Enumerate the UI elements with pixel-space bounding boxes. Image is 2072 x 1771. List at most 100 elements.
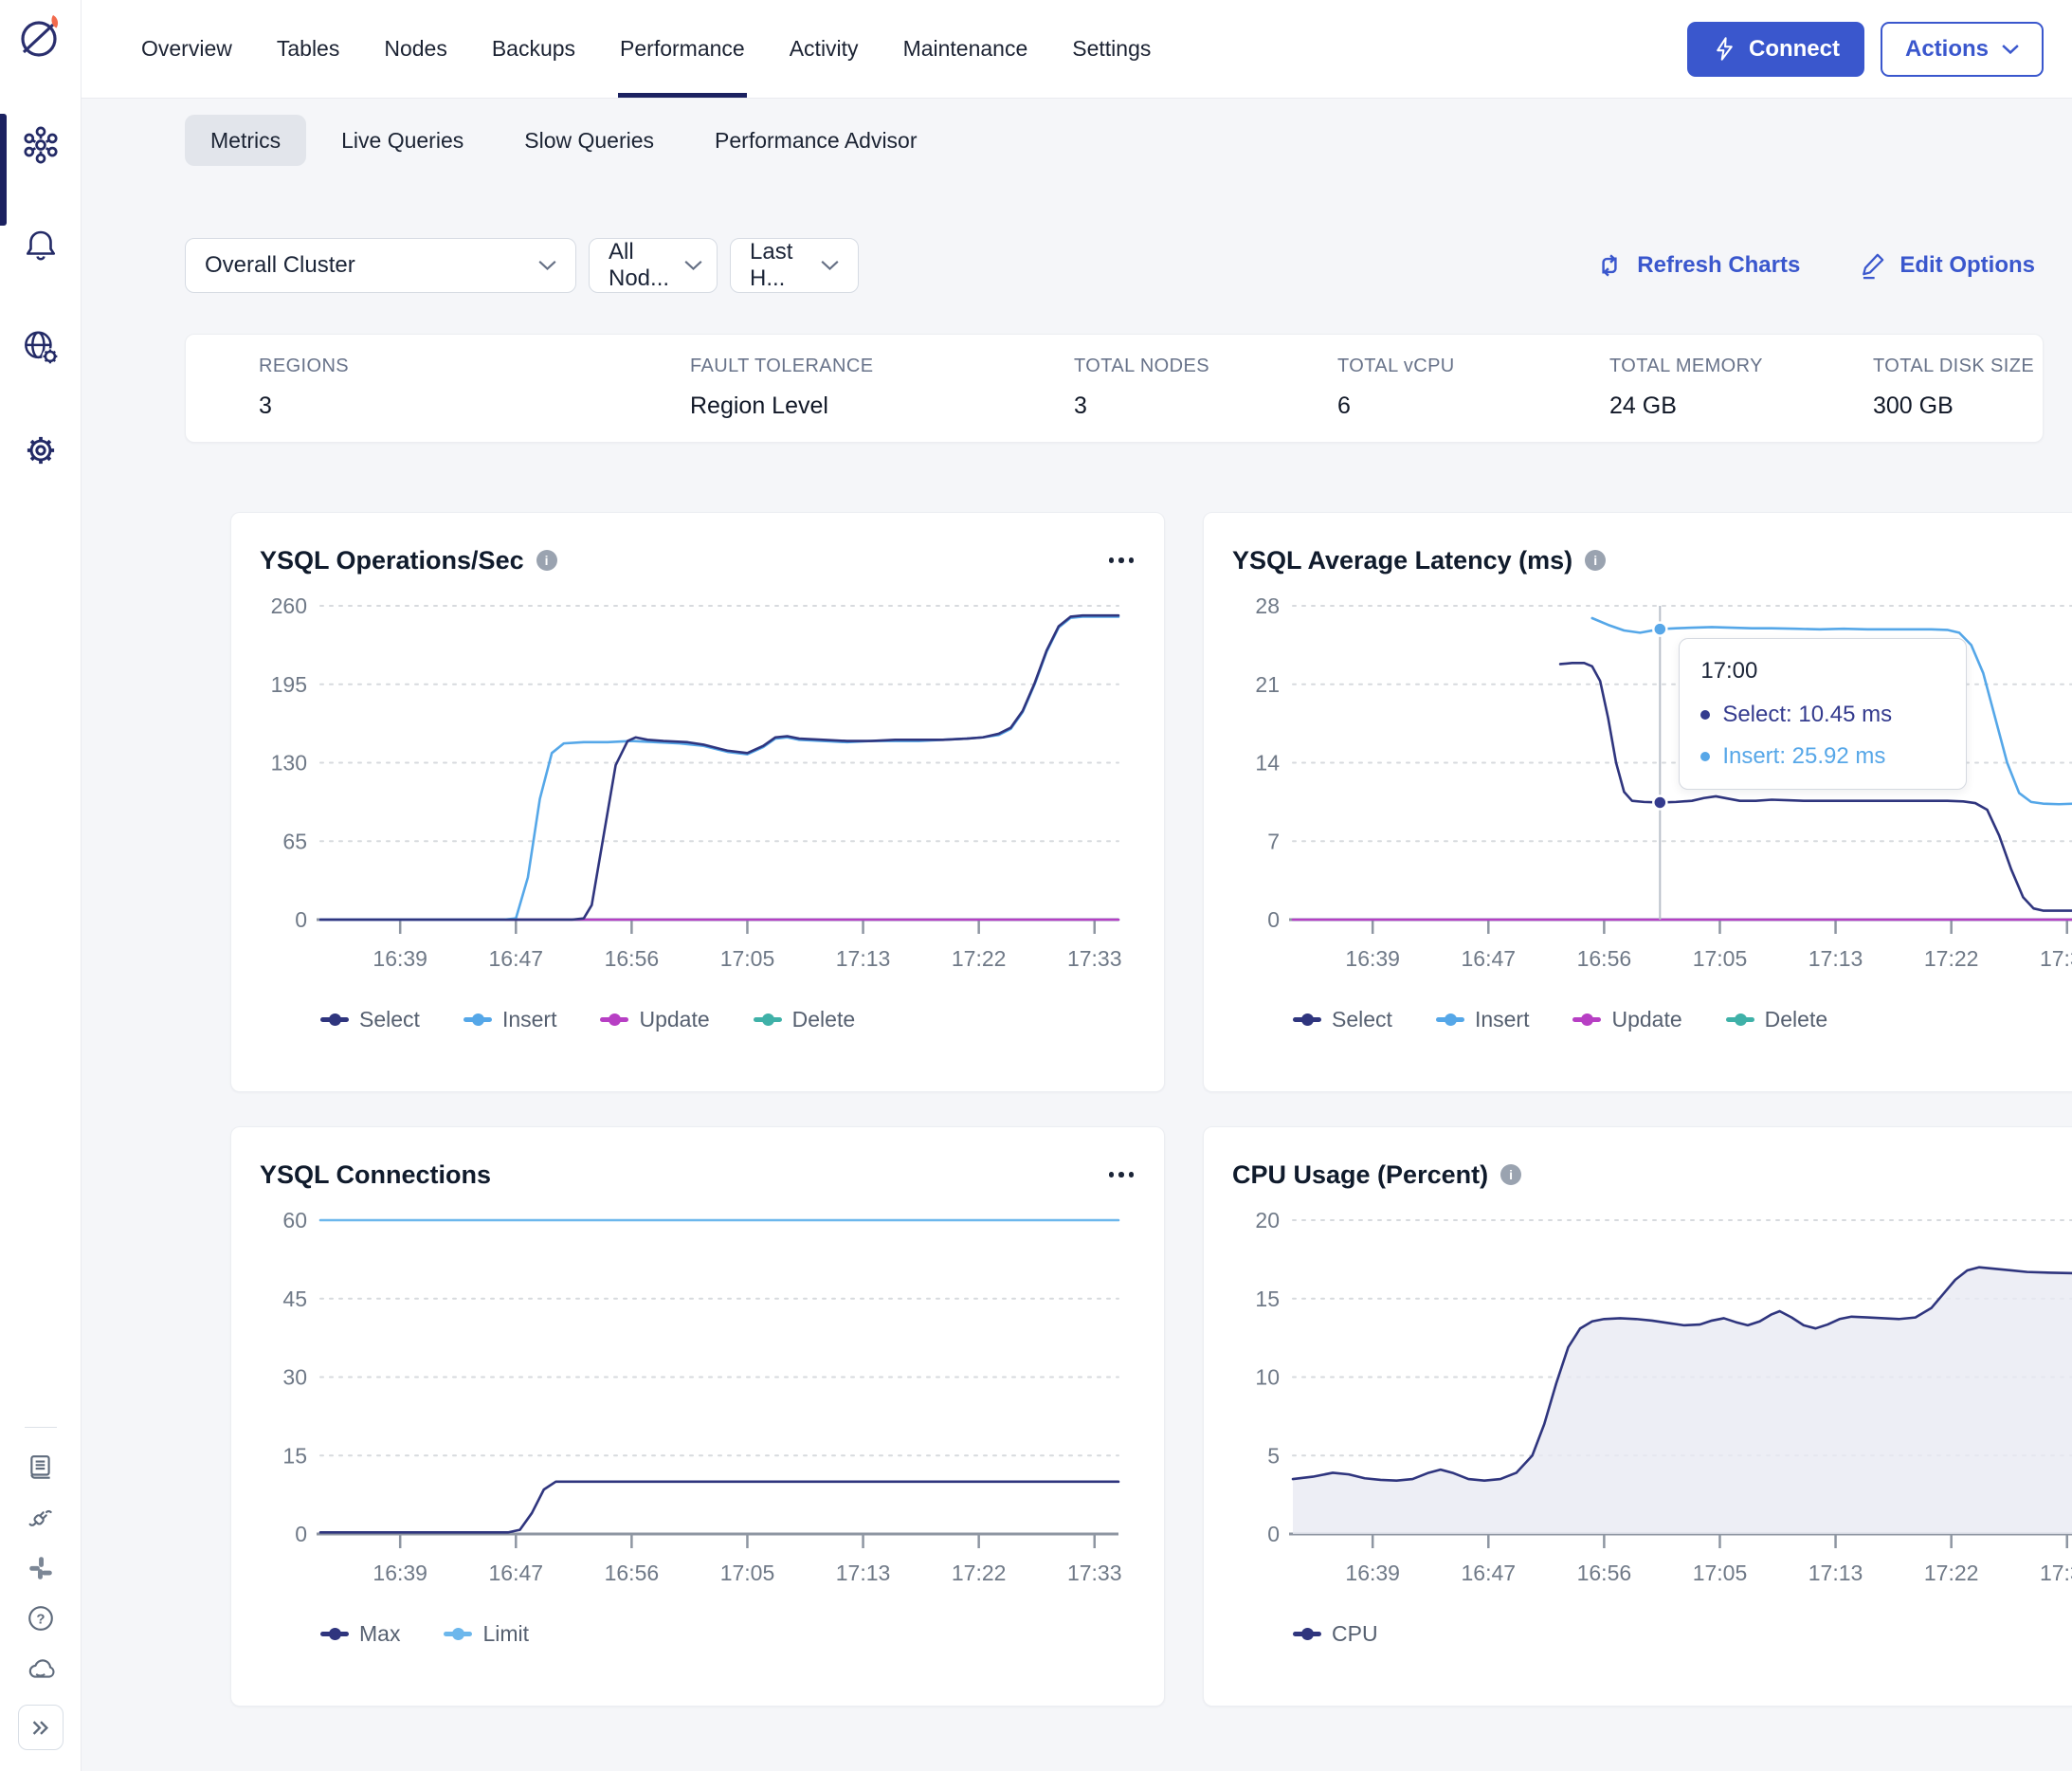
- time-range-dropdown[interactable]: Last H...: [730, 238, 859, 293]
- summary-value: Region Level: [690, 393, 828, 419]
- cloud-status-icon[interactable]: [26, 1654, 56, 1683]
- legend-label: Update: [639, 1007, 710, 1032]
- slack-icon[interactable]: [27, 1554, 55, 1582]
- sidebar-divider: [24, 1427, 57, 1428]
- tooltip-row-insert: Insert: 25.92 ms: [1700, 743, 1945, 770]
- svg-text:17:05: 17:05: [720, 1561, 775, 1585]
- integrations-plug-icon[interactable]: [27, 1504, 55, 1532]
- expand-sidebar-button[interactable]: [17, 1705, 64, 1750]
- refresh-charts-label: Refresh Charts: [1637, 252, 1801, 278]
- svg-text:17:33: 17:33: [2040, 1561, 2072, 1585]
- legend-item-insert[interactable]: Insert: [463, 1007, 556, 1032]
- refresh-charts-button[interactable]: Refresh Charts: [1594, 250, 1800, 281]
- tab-overview[interactable]: Overview: [141, 0, 232, 98]
- yugabyte-logo-icon[interactable]: [13, 9, 68, 64]
- tab-nodes[interactable]: Nodes: [384, 0, 446, 98]
- tab-backups[interactable]: Backups: [492, 0, 575, 98]
- docs-book-icon[interactable]: [27, 1453, 55, 1482]
- svg-text:21: 21: [1255, 672, 1280, 697]
- summary-label: TOTAL NODES: [1074, 356, 1209, 376]
- info-icon: i: [1585, 550, 1607, 571]
- legend-marker: [1293, 1628, 1321, 1640]
- info-icon: i: [536, 550, 557, 571]
- info-icon: i: [1500, 1164, 1522, 1185]
- svg-text:65: 65: [282, 829, 307, 853]
- legend-marker: [1435, 1013, 1464, 1026]
- legend-item-delete[interactable]: Delete: [753, 1007, 856, 1032]
- chart-card-cpu-usage-percent: CPU Usage (Percent) i 20 15 10 5 0 16:39 16:47 16…: [1203, 1126, 2072, 1707]
- summary-value: 300 GB: [1873, 393, 1954, 419]
- chart-menu-button[interactable]: [1107, 1166, 1136, 1183]
- ellipsis-dot: [1128, 557, 1134, 563]
- cluster-dropdown-value: Overall Cluster: [205, 252, 355, 278]
- nodes-dropdown-value: All Nod...: [609, 239, 670, 291]
- cluster-dropdown[interactable]: Overall Cluster: [185, 238, 576, 293]
- tooltip-row-select: Select: 10.45 ms: [1700, 702, 1945, 728]
- tooltip-text: Select: 10.45 ms: [1722, 702, 1893, 727]
- chart-plot: 28 21 14 7 0 16:39 16:47 16:56 17:05 17:13 17:22 17…: [1232, 593, 2072, 980]
- help-icon[interactable]: ?: [27, 1604, 55, 1633]
- tooltip-text: Insert: 25.92 ms: [1722, 743, 1886, 769]
- chevron-down-icon: [2002, 44, 2019, 54]
- legend-label: Delete: [791, 1007, 856, 1032]
- sidebar: ?: [0, 0, 82, 1771]
- tab-settings[interactable]: Settings: [1072, 0, 1151, 98]
- tab-performance[interactable]: Performance: [618, 0, 747, 98]
- chart-legend: CPU: [1293, 1621, 2072, 1647]
- ellipsis-dot: [1108, 557, 1114, 563]
- chart-legend: Select Insert Update Delete: [1293, 1007, 2072, 1032]
- chart-title: YSQL Average Latency (ms): [1232, 545, 1573, 575]
- svg-text:17:13: 17:13: [836, 1561, 891, 1585]
- cluster-summary-card: REGIONS 3 FAULT TOLERANCE Region Level TOTAL…: [185, 334, 2044, 443]
- legend-item-limit[interactable]: Limit: [444, 1621, 529, 1647]
- tab-maintenance[interactable]: Maintenance: [903, 0, 1028, 98]
- ellipsis-dot: [1118, 557, 1124, 563]
- summary-value: 3: [259, 393, 272, 419]
- subtab-metrics[interactable]: Metrics: [185, 115, 307, 166]
- legend-item-cpu[interactable]: CPU: [1293, 1621, 1378, 1647]
- tab-activity[interactable]: Activity: [790, 0, 859, 98]
- legend-item-update[interactable]: Update: [600, 1007, 710, 1032]
- summary-value: 6: [1337, 393, 1351, 419]
- subtab-slow-queries[interactable]: Slow Queries: [499, 115, 680, 166]
- settings-gear-icon[interactable]: [19, 429, 63, 472]
- subtab-live-queries[interactable]: Live Queries: [316, 115, 489, 166]
- svg-text:60: 60: [282, 1211, 307, 1232]
- clusters-icon[interactable]: [19, 123, 63, 167]
- chart-title: YSQL Operations/Sec: [260, 545, 524, 575]
- svg-text:17:22: 17:22: [952, 946, 1007, 971]
- legend-marker: [463, 1013, 492, 1026]
- legend-item-delete[interactable]: Delete: [1725, 1007, 1827, 1032]
- svg-text:17:33: 17:33: [2040, 946, 2072, 971]
- summary-item-fault-tolerance: FAULT TOLERANCE Region Level: [690, 356, 873, 420]
- legend-item-select[interactable]: Select: [1293, 1007, 1392, 1032]
- network-globe-gear-icon[interactable]: [19, 326, 63, 370]
- svg-text:16:39: 16:39: [1345, 946, 1400, 971]
- legend-item-update[interactable]: Update: [1572, 1007, 1682, 1032]
- time-range-dropdown-value: Last H...: [750, 239, 793, 291]
- subtab-performance-advisor[interactable]: Performance Advisor: [689, 115, 942, 166]
- sidebar-active-indicator: [0, 114, 7, 226]
- svg-text:30: 30: [282, 1365, 307, 1390]
- summary-label: TOTAL vCPU: [1337, 356, 1455, 376]
- legend-item-max[interactable]: Max: [320, 1621, 400, 1647]
- svg-text:0: 0: [1267, 1522, 1280, 1546]
- chart-card-ysql-connections: YSQL Connections 60 45 30 15 0 16:39 16:47 16:56…: [230, 1126, 1165, 1707]
- legend-label: CPU: [1332, 1621, 1378, 1646]
- svg-text:16:47: 16:47: [1462, 1561, 1517, 1585]
- legend-item-select[interactable]: Select: [320, 1007, 420, 1032]
- svg-text:17:13: 17:13: [836, 946, 891, 971]
- svg-text:0: 0: [1267, 907, 1280, 932]
- alerts-bell-icon[interactable]: [20, 226, 62, 267]
- svg-text:0: 0: [295, 907, 307, 932]
- chart-menu-button[interactable]: [1107, 552, 1136, 569]
- legend-item-insert[interactable]: Insert: [1435, 1007, 1529, 1032]
- svg-text:17:22: 17:22: [952, 1561, 1007, 1585]
- actions-button[interactable]: Actions: [1880, 21, 2044, 77]
- svg-text:?: ?: [36, 1611, 45, 1627]
- edit-options-button[interactable]: Edit Options: [1857, 250, 2035, 281]
- nav-tabs: Overview Tables Nodes Backups Performance Act…: [141, 0, 1151, 98]
- connect-button[interactable]: Connect: [1686, 21, 1864, 77]
- nodes-dropdown[interactable]: All Nod...: [589, 238, 718, 293]
- tab-tables[interactable]: Tables: [277, 0, 339, 98]
